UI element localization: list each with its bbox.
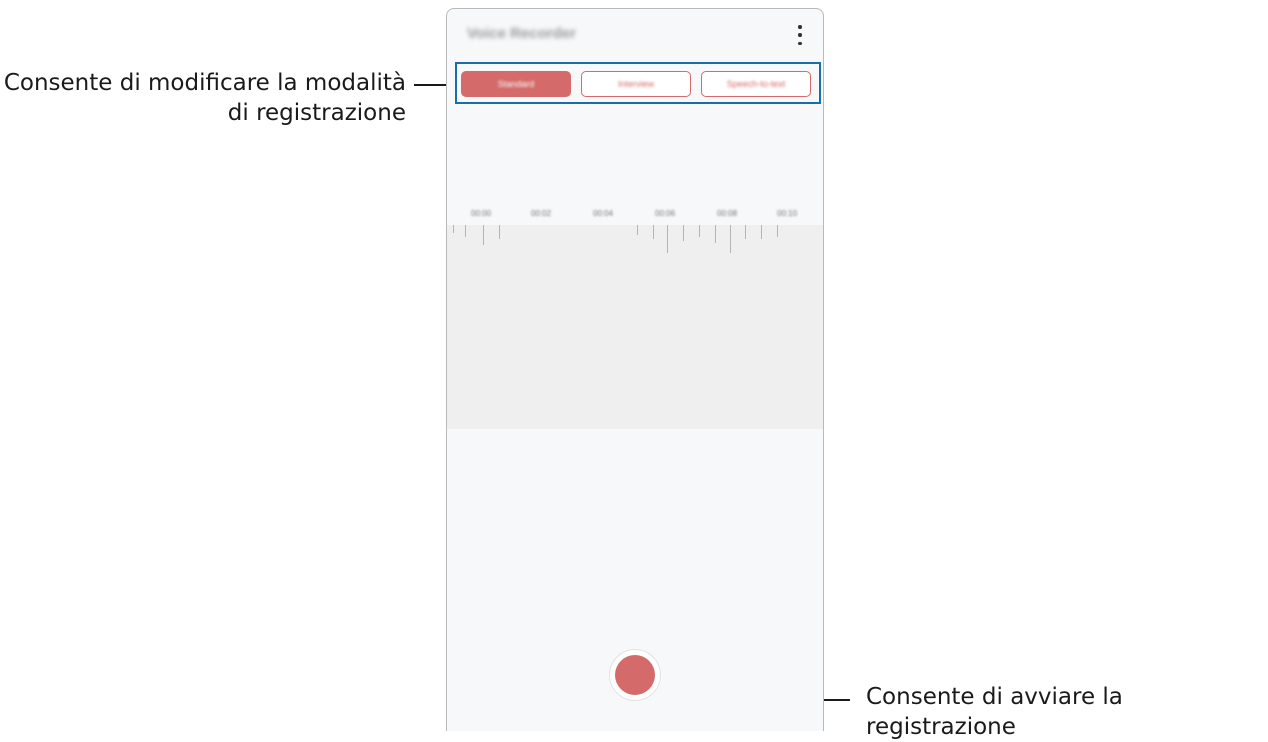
timeline-label: 00:00	[471, 209, 492, 218]
waveform-area	[447, 225, 823, 429]
mode-tab-standard[interactable]: Standard	[461, 71, 571, 97]
timeline-ruler	[447, 225, 823, 253]
mode-selector: Standard Interview Speech-to-text	[461, 71, 813, 97]
timeline-label: 00:02	[531, 209, 552, 218]
record-dot-icon	[615, 655, 655, 695]
timeline-label: 00:08	[717, 209, 738, 218]
timeline-label: 00:10	[777, 209, 798, 218]
mode-tab-label: Speech-to-text	[726, 79, 786, 89]
mode-callout-line2: di registrazione	[227, 100, 406, 126]
app-title: Voice Recorder	[467, 25, 576, 42]
timeline-label: 00:04	[593, 209, 614, 218]
record-button[interactable]	[609, 649, 661, 701]
mode-tab-speech-to-text[interactable]: Speech-to-text	[701, 71, 811, 97]
mode-tab-label: Interview	[617, 79, 654, 89]
more-vertical-icon[interactable]	[795, 25, 805, 45]
record-callout: Consente di avviare la registrazione	[866, 684, 1123, 740]
mode-callout-line1: Consente di modificare la modalità	[3, 70, 406, 96]
mode-tab-label: Standard	[497, 79, 535, 89]
mode-callout: Consente di modificare la modalità di re…	[4, 68, 406, 128]
mode-tab-interview[interactable]: Interview	[581, 71, 691, 97]
phone-screen: Voice Recorder Standard Interview Speech…	[446, 8, 824, 731]
timeline-label: 00:06	[655, 209, 676, 218]
timeline-labels: 00:00 00:02 00:04 00:06 00:08 00:10	[465, 209, 815, 223]
app-header: Voice Recorder	[447, 9, 823, 61]
